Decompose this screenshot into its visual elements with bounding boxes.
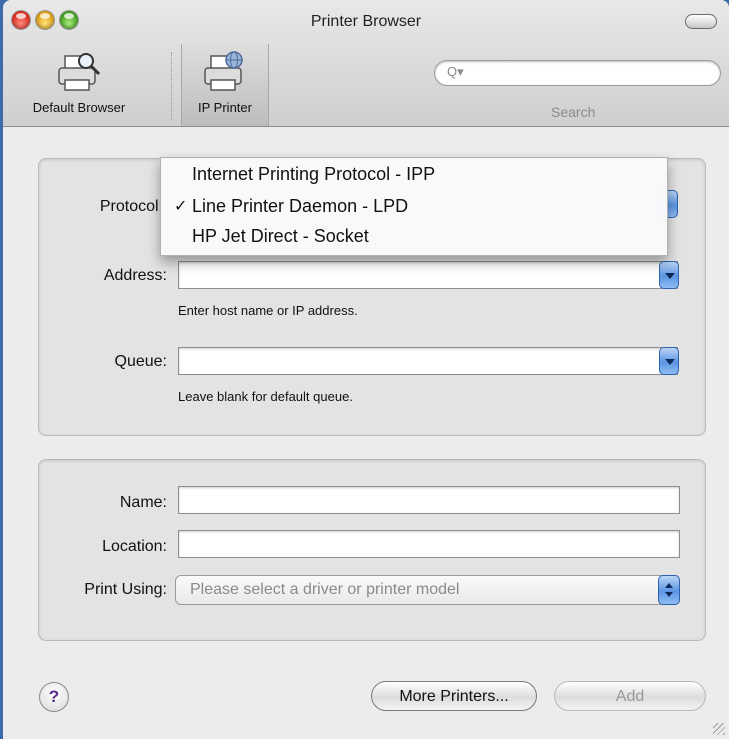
resize-grip-icon[interactable] — [713, 723, 725, 735]
printer-browser-window: Printer Browser Default Browser IP Print… — [3, 0, 729, 739]
location-label: Location: — [102, 538, 167, 555]
menu-item-lpd[interactable]: ✓ Line Printer Daemon - LPD — [161, 192, 667, 222]
window-title: Printer Browser — [310, 13, 422, 30]
printer-globe-icon — [204, 51, 243, 91]
print-using-popup[interactable]: Please select a driver or printer model — [175, 575, 680, 605]
protocol-menu: Internet Printing Protocol - IPP ✓ Line … — [160, 157, 668, 256]
more-printers-button[interactable]: More Printers... — [371, 681, 537, 711]
queue-label: Queue: — [114, 353, 167, 370]
help-button[interactable]: ? — [39, 682, 69, 712]
menu-item-label: Internet Printing Protocol - IPP — [192, 164, 436, 184]
print-using-arrows-icon[interactable] — [658, 575, 680, 605]
window-chrome: Printer Browser Default Browser IP Print… — [3, 0, 729, 127]
queue-field[interactable] — [178, 347, 679, 375]
name-label: Name: — [119, 494, 167, 511]
queue-hint: Leave blank for default queue. — [178, 389, 353, 404]
title-bar: Printer Browser — [3, 0, 729, 44]
menu-item-label: Line Printer Daemon - LPD — [192, 196, 409, 216]
menu-item-socket[interactable]: HP Jet Direct - Socket — [161, 222, 667, 252]
toolbar-default-browser[interactable]: Default Browser — [3, 44, 155, 126]
queue-combo-button[interactable] — [659, 347, 679, 375]
toolbar-toggle-button[interactable] — [685, 14, 717, 29]
address-field[interactable] — [178, 261, 679, 289]
checkmark-icon: ✓ — [174, 198, 188, 215]
name-field[interactable] — [178, 486, 680, 514]
protocol-label: Protocol: — [99, 198, 163, 215]
menu-item-ipp[interactable]: Internet Printing Protocol - IPP — [161, 160, 667, 190]
toolbar-ip-printer-label: IP Printer — [198, 100, 252, 115]
location-field[interactable] — [178, 530, 680, 558]
search-label: Search — [551, 104, 596, 120]
address-combo-button[interactable] — [659, 261, 679, 289]
printer-magnifier-icon — [58, 53, 101, 91]
address-hint: Enter host name or IP address. — [178, 303, 358, 318]
address-label: Address: — [103, 267, 167, 284]
toolbar-ip-printer[interactable]: IP Printer — [181, 44, 269, 126]
search-input[interactable]: Q▾ — [434, 60, 721, 86]
toolbar-default-browser-label: Default Browser — [32, 100, 126, 115]
print-using-value: Please select a driver or printer model — [190, 581, 460, 598]
toolbar-separator — [171, 52, 172, 120]
print-using-label: Print Using: — [84, 581, 167, 598]
menu-item-label: HP Jet Direct - Socket — [192, 226, 369, 246]
add-button[interactable]: Add — [554, 681, 706, 711]
search-icon: Q▾ — [447, 64, 464, 79]
